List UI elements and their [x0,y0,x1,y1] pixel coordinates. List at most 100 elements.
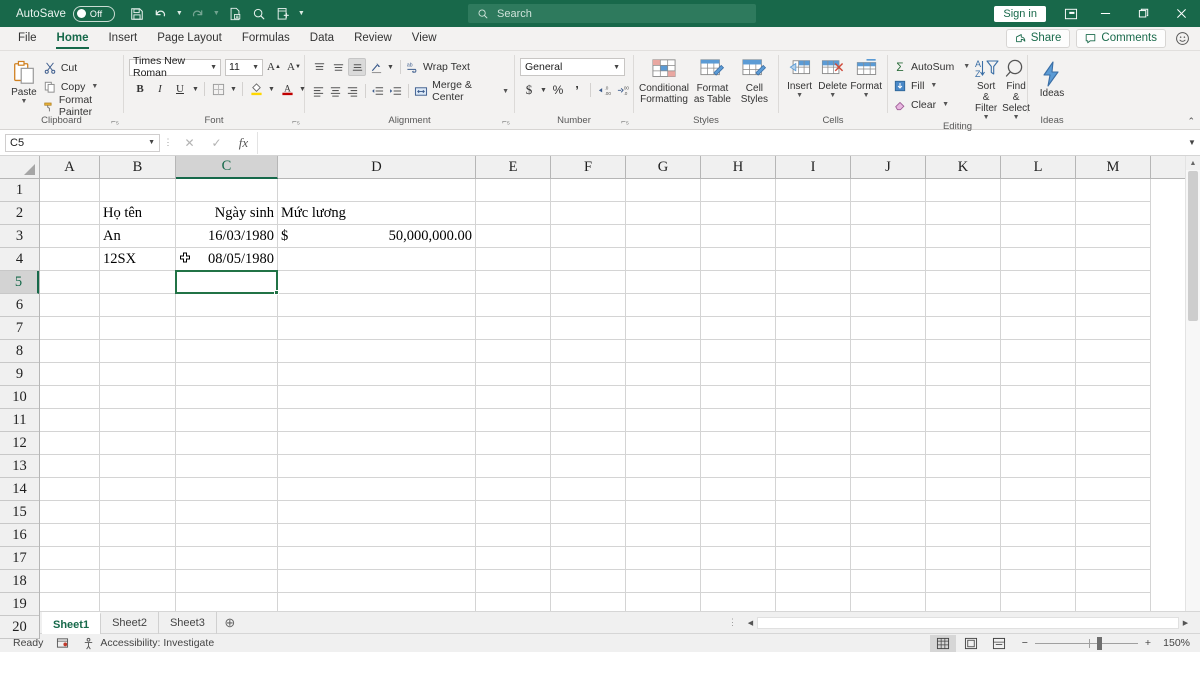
comments-button[interactable]: Comments [1076,28,1166,48]
tab-insert[interactable]: Insert [98,27,147,50]
cell-F2[interactable] [551,202,626,225]
cell-A5[interactable] [40,271,100,294]
cell-J7[interactable] [851,317,926,340]
cell-D15[interactable] [278,501,476,524]
cell-E10[interactable] [476,386,551,409]
cell-C9[interactable] [176,363,278,386]
zoom-slider-thumb[interactable] [1096,636,1102,650]
page-break-preview-icon[interactable] [986,635,1012,652]
row-header-13[interactable]: 13 [0,455,39,478]
cell-I2[interactable] [776,202,851,225]
cell-F3[interactable] [551,225,626,248]
cell-G18[interactable] [626,570,701,593]
cell-A6[interactable] [40,294,100,317]
cell-B9[interactable] [100,363,176,386]
cell-I14[interactable] [776,478,851,501]
cell-C12[interactable] [176,432,278,455]
cell-F5[interactable] [551,271,626,294]
cell-L5[interactable] [1001,271,1076,294]
cell-C10[interactable] [176,386,278,409]
cell-C2[interactable]: Ngày sinh [176,202,278,225]
cell-L14[interactable] [1001,478,1076,501]
autosum-caret[interactable]: ▼ [963,63,970,70]
cell-F18[interactable] [551,570,626,593]
clear-caret[interactable]: ▼ [942,101,949,108]
cell-K9[interactable] [926,363,1001,386]
scroll-right-button[interactable]: ▶ [1179,619,1192,627]
column-header-M[interactable]: M [1076,156,1151,178]
format-as-table-button[interactable]: Format as Table [691,56,734,105]
row-header-20[interactable]: 20 [0,616,39,639]
cell-G5[interactable] [626,271,701,294]
cell-H17[interactable] [701,547,776,570]
row-header-9[interactable]: 9 [0,363,39,386]
cell-H2[interactable] [701,202,776,225]
clipboard-dialog-launcher[interactable]: ⌐₅ [111,116,119,128]
cell-M1[interactable] [1076,179,1151,202]
cell-L16[interactable] [1001,524,1076,547]
cell-B18[interactable] [100,570,176,593]
collapse-ribbon-icon[interactable]: ⌃ [1187,116,1195,127]
autosum-button[interactable]: Σ AutoSum ▼ [893,58,970,75]
cell-K17[interactable] [926,547,1001,570]
font-name-input[interactable]: Times New Roman ▼ [129,55,221,79]
cell-F8[interactable] [551,340,626,363]
search-box[interactable]: Search [468,4,756,23]
cell-E14[interactable] [476,478,551,501]
cell-K6[interactable] [926,294,1001,317]
cell-D10[interactable] [278,386,476,409]
horizontal-scroll-track[interactable] [757,616,1179,629]
cell-J3[interactable] [851,225,926,248]
cell-D4[interactable] [278,248,476,271]
cell-G10[interactable] [626,386,701,409]
cell-H11[interactable] [701,409,776,432]
cell-F4[interactable] [551,248,626,271]
bold-button[interactable]: B [131,80,149,98]
tab-data[interactable]: Data [300,27,344,50]
cell-E18[interactable] [476,570,551,593]
cell-D13[interactable] [278,455,476,478]
cell-F13[interactable] [551,455,626,478]
underline-caret[interactable]: ▼ [191,86,200,93]
cell-K8[interactable] [926,340,1001,363]
cell-A18[interactable] [40,570,100,593]
column-header-B[interactable]: B [100,156,176,178]
row-header-12[interactable]: 12 [0,432,39,455]
cell-E11[interactable] [476,409,551,432]
cell-A17[interactable] [40,547,100,570]
cell-E5[interactable] [476,271,551,294]
cell-J5[interactable] [851,271,926,294]
cell-J6[interactable] [851,294,926,317]
cell-C8[interactable] [176,340,278,363]
cell-E17[interactable] [476,547,551,570]
column-header-E[interactable]: E [476,156,551,178]
cell-M12[interactable] [1076,432,1151,455]
cell-I7[interactable] [776,317,851,340]
redo-icon[interactable] [187,3,209,24]
cell-G11[interactable] [626,409,701,432]
normal-view-icon[interactable] [929,634,956,652]
cell-A16[interactable] [40,524,100,547]
cell-L6[interactable] [1001,294,1076,317]
cell-J14[interactable] [851,478,926,501]
italic-button[interactable]: I [151,80,169,98]
cell-I3[interactable] [776,225,851,248]
column-header-C[interactable]: C [176,156,278,179]
cell-C11[interactable] [176,409,278,432]
cell-M5[interactable] [1076,271,1151,294]
cell-M8[interactable] [1076,340,1151,363]
merge-center-button[interactable]: Merge & Center ▼ [414,79,509,103]
row-header-3[interactable]: 3 [0,225,39,248]
column-header-F[interactable]: F [551,156,626,178]
row-header-6[interactable]: 6 [0,294,39,317]
cell-A19[interactable] [40,593,100,611]
cell-A3[interactable] [40,225,100,248]
cell-A15[interactable] [40,501,100,524]
accounting-format-button[interactable]: $ [520,81,538,99]
cell-J9[interactable] [851,363,926,386]
copy-button[interactable]: Copy ▼ [43,78,118,95]
cell-C15[interactable] [176,501,278,524]
cell-G7[interactable] [626,317,701,340]
fill-button[interactable]: Fill ▼ [893,77,970,94]
cell-L7[interactable] [1001,317,1076,340]
